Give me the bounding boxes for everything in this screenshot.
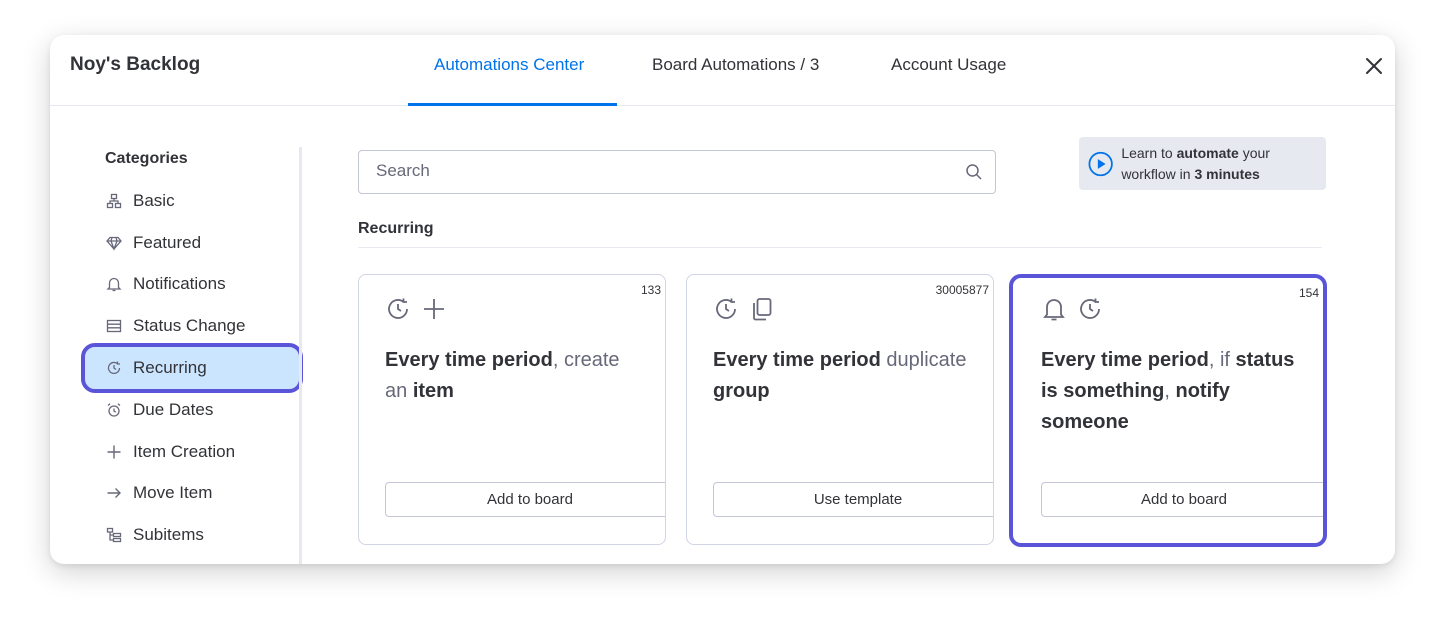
sidebar-item-label: Notifications [133,274,226,293]
duplicate-icon [749,296,775,327]
recurring-icon [713,296,739,327]
search-input[interactable] [376,151,936,191]
tab-automations-center[interactable]: Automations Center [434,55,584,75]
recurring-icon [385,296,411,327]
sidebar-item-featured[interactable]: Featured [85,222,303,264]
sidebar-item-label: Subitems [133,525,204,544]
recipe-part: an [385,380,413,402]
sidebar-item-status-change[interactable]: Status Change [85,305,303,347]
learn-text-bold-minutes: 3 minutes [1194,165,1260,182]
recipe-part: , [1164,380,1176,402]
plus-icon [105,443,123,461]
learn-text-bold-automate: automate [1176,144,1239,161]
usage-count: 154 [1298,286,1319,300]
search-icon[interactable] [965,163,983,186]
card-icons [1041,296,1103,327]
card-icons [713,296,775,327]
learn-text-pre: Learn to [1121,144,1177,161]
recipe-sentence: Every time period, create an item [385,345,645,407]
sidebar-item-due-dates[interactable]: Due Dates [85,389,303,431]
sidebar-item-item-creation[interactable]: Item Creation [85,431,303,473]
alarm-clock-icon [105,401,123,419]
tab-account-usage[interactable]: Account Usage [891,55,1006,75]
modal-header: Noy's Backlog Automations Center Board A… [50,35,1395,106]
tab-board-automations[interactable]: Board Automations / 3 [652,55,819,75]
sidebar-item-recurring[interactable]: Recurring [81,343,303,393]
learn-text: Learn to automate your workflow in 3 min… [1121,143,1326,185]
section-title: Recurring [358,220,434,237]
automation-card-highlighted[interactable]: 154 Every time period, if status is some… [1009,274,1327,547]
plus-icon [421,296,447,327]
usage-count: 30005877 [935,283,989,297]
close-icon[interactable] [1363,55,1385,77]
bell-icon [1041,296,1067,327]
sidebar-item-basic[interactable]: Basic [85,180,303,222]
use-template-button[interactable]: Use template [713,482,993,517]
basic-icon [105,192,123,210]
recipe-part: , if [1208,349,1236,371]
add-to-board-button[interactable]: Add to board [1041,482,1323,517]
recipe-part: Every time period [385,349,553,371]
categories-sidebar: Categories Basic Featured Notifications … [80,147,304,564]
learn-video-banner[interactable]: Learn to automate your workflow in 3 min… [1079,137,1326,190]
search-box [358,150,996,194]
arrow-right-icon [105,484,123,502]
recipe-sentence: Every time period duplicate group [713,345,973,407]
recurring-icon [1077,296,1103,327]
sidebar-item-label: Status Change [133,316,246,335]
recipe-part: , create [552,349,620,371]
card-icons [385,296,447,327]
sidebar-item-label: Item Creation [133,442,236,461]
section-divider [358,247,1322,248]
sidebar-item-subitems[interactable]: Subitems [85,514,303,556]
recipe-part: item [412,380,454,402]
automation-card[interactable]: 133 Every time period, create an item Ad… [358,274,666,545]
bell-icon [105,275,123,293]
sidebar-item-label: Featured [133,233,202,252]
sidebar-item-move-item[interactable]: Move Item [85,472,303,514]
recipe-sentence: Every time period, if status is somethin… [1041,345,1301,438]
recurring-icon [105,359,123,377]
sidebar-item-label: Move Item [133,483,213,502]
recipe-part: Every time period [713,349,881,371]
sidebar-divider [299,147,302,564]
categories-title: Categories [105,150,188,167]
recipe-part: duplicate [880,349,967,371]
usage-count: 133 [640,283,661,297]
automations-modal: Noy's Backlog Automations Center Board A… [50,35,1395,564]
sidebar-item-label: Basic [133,191,175,210]
active-tab-indicator [408,103,617,106]
play-icon [1088,151,1113,176]
sidebar-item-notifications[interactable]: Notifications [85,263,303,305]
recipe-part: Every time period [1041,349,1209,371]
subitems-icon [105,526,123,544]
status-icon [105,317,123,335]
diamond-icon [105,234,123,252]
recipe-part: group [713,380,770,402]
board-title: Noy's Backlog [70,54,201,75]
automation-card[interactable]: 30005877 Every time period duplicate gro… [686,274,994,545]
sidebar-item-label: Recurring [133,358,207,377]
add-to-board-button[interactable]: Add to board [385,482,665,517]
sidebar-item-label: Due Dates [133,400,214,419]
